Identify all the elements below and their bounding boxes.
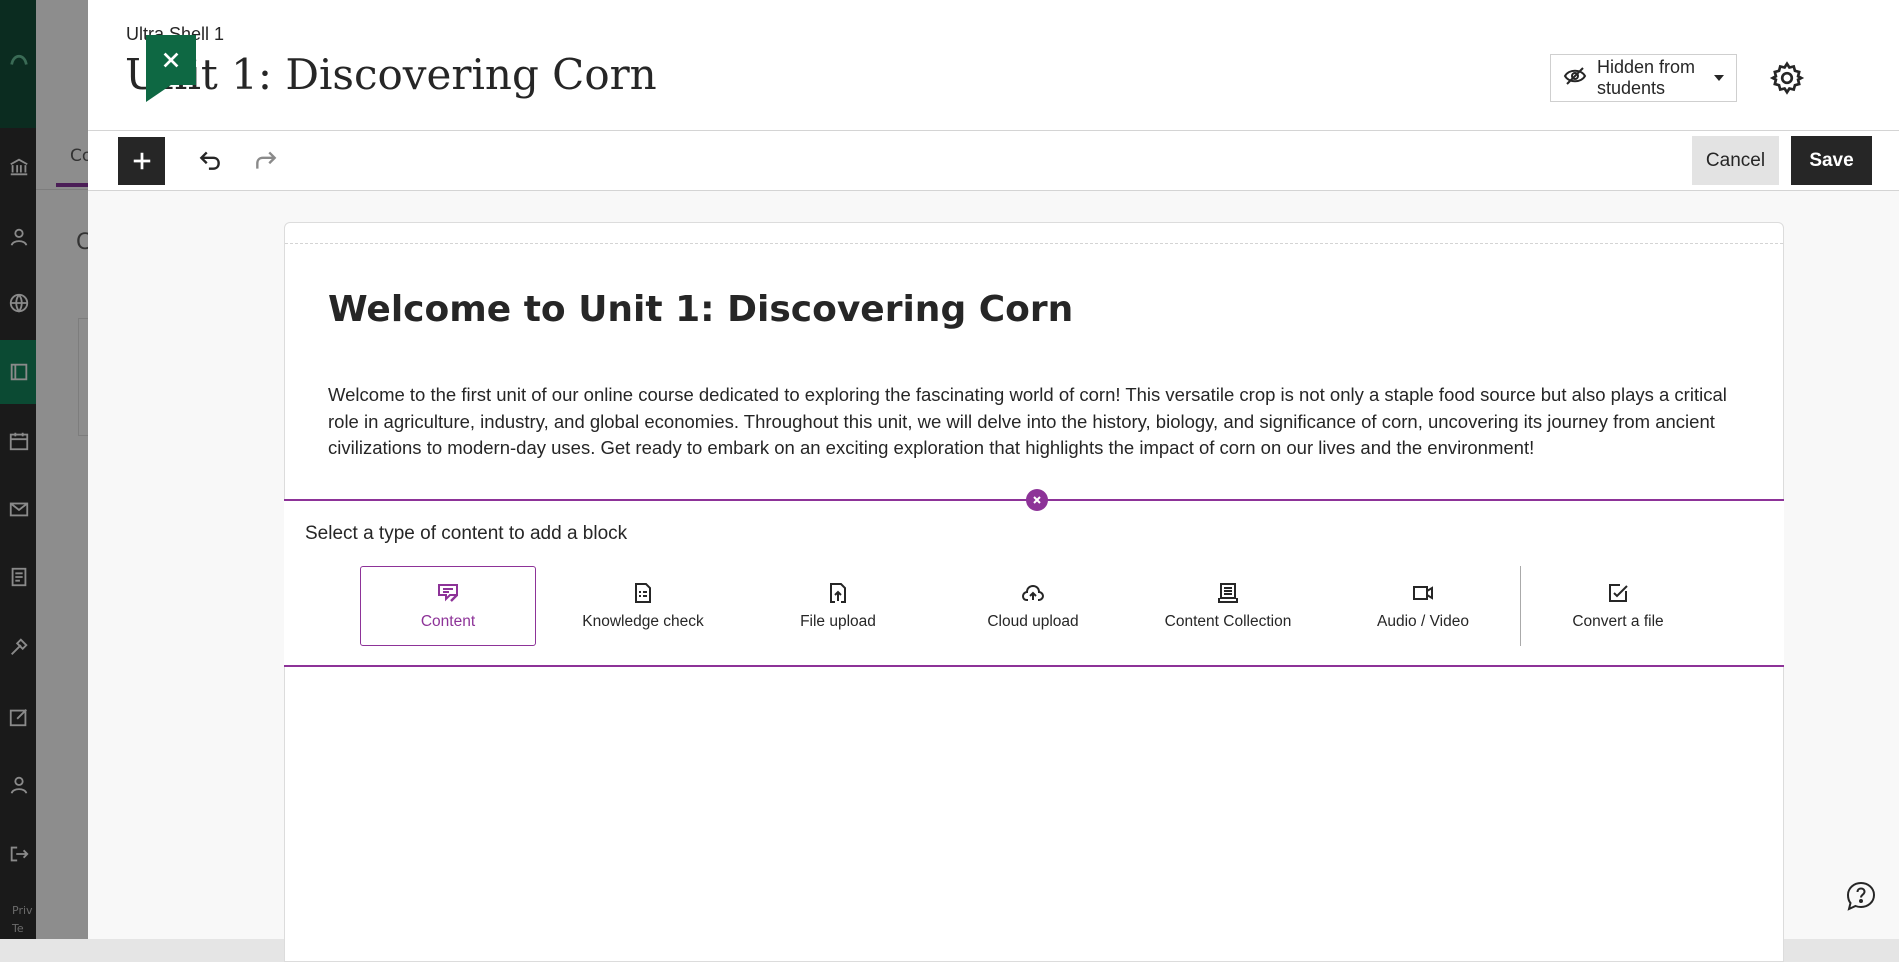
footer-fragment-privacy: Priv bbox=[12, 904, 33, 917]
close-picker-button[interactable] bbox=[1026, 489, 1048, 511]
edit-icon bbox=[8, 706, 30, 728]
footer-fragment-terms: Te bbox=[12, 922, 24, 935]
knowledge-check-icon bbox=[635, 583, 651, 603]
hidden-eye-icon bbox=[1563, 64, 1587, 93]
block-option-content[interactable]: Content bbox=[360, 566, 536, 646]
editor-toolbar: Cancel Save bbox=[88, 131, 1899, 191]
content-collection-icon bbox=[1218, 583, 1238, 603]
background-tab-underline bbox=[56, 183, 88, 187]
visibility-dropdown[interactable]: Hidden from students bbox=[1550, 54, 1737, 102]
block-picker-separator bbox=[1520, 566, 1521, 646]
drop-zone-divider bbox=[285, 243, 1783, 244]
block-option-label: Content Collection bbox=[1164, 613, 1292, 630]
content-edit-icon bbox=[438, 584, 458, 602]
background-course-page: Co C bbox=[36, 0, 92, 939]
courses-icon bbox=[8, 361, 30, 383]
close-icon bbox=[1033, 496, 1041, 504]
calendar-icon bbox=[8, 430, 30, 452]
page-title: Unit 1: Discovering Corn bbox=[125, 50, 657, 99]
tools-icon bbox=[8, 636, 30, 658]
globe-icon bbox=[8, 292, 30, 314]
plus-icon bbox=[133, 152, 150, 170]
cloud-upload-icon bbox=[1021, 584, 1045, 601]
signout-icon bbox=[8, 843, 30, 865]
block-option-label: File upload bbox=[800, 613, 876, 630]
document-editor-panel: Ultra Shell 1 Unit 1: Discovering Corn H… bbox=[88, 0, 1899, 962]
block-option-convert-file[interactable]: Convert a file bbox=[1530, 566, 1706, 646]
block-type-picker: Select a type of content to add a block … bbox=[284, 489, 1784, 667]
document-intro-text[interactable]: Welcome to the first unit of our online … bbox=[328, 382, 1738, 462]
save-button[interactable]: Save bbox=[1791, 136, 1872, 185]
panel-header: Ultra Shell 1 Unit 1: Discovering Corn H… bbox=[88, 0, 1899, 131]
close-icon bbox=[163, 52, 179, 68]
file-upload-icon bbox=[830, 583, 846, 603]
chevron-down-icon bbox=[1714, 75, 1724, 81]
block-option-knowledge-check[interactable]: Knowledge check bbox=[555, 566, 731, 646]
redo-icon[interactable] bbox=[253, 147, 279, 173]
logo-icon bbox=[8, 48, 30, 70]
grades-icon bbox=[8, 566, 30, 588]
convert-file-icon bbox=[1609, 584, 1628, 602]
background-nav-rail: Priv Te bbox=[0, 0, 36, 939]
block-option-label: Knowledge check bbox=[582, 613, 704, 630]
institution-icon bbox=[8, 156, 30, 178]
gear-icon[interactable] bbox=[1769, 60, 1805, 96]
users-icon bbox=[8, 774, 30, 796]
cancel-button[interactable]: Cancel bbox=[1692, 136, 1779, 185]
help-icon[interactable] bbox=[1845, 880, 1877, 912]
block-option-label: Audio / Video bbox=[1377, 613, 1469, 630]
block-option-file-upload[interactable]: File upload bbox=[750, 566, 926, 646]
background-card bbox=[78, 318, 88, 436]
profile-icon bbox=[8, 226, 30, 248]
document-heading[interactable]: Welcome to Unit 1: Discovering Corn bbox=[328, 289, 1073, 330]
video-camera-icon bbox=[1413, 586, 1433, 600]
messages-icon bbox=[8, 498, 30, 520]
block-option-cloud-upload[interactable]: Cloud upload bbox=[945, 566, 1121, 646]
undo-icon[interactable] bbox=[197, 147, 223, 173]
block-option-label: Convert a file bbox=[1572, 613, 1664, 630]
block-option-content-collection[interactable]: Content Collection bbox=[1140, 566, 1316, 646]
background-divider bbox=[36, 189, 88, 190]
block-option-label: Cloud upload bbox=[987, 613, 1079, 630]
visibility-label: Hidden from students bbox=[1597, 57, 1696, 98]
block-picker-prompt: Select a type of content to add a block bbox=[305, 523, 628, 544]
block-option-audio-video[interactable]: Audio / Video bbox=[1335, 566, 1511, 646]
close-panel-button[interactable] bbox=[146, 35, 196, 102]
document-canvas: Welcome to Unit 1: Discovering Corn Welc… bbox=[284, 222, 1784, 962]
add-block-button[interactable] bbox=[118, 137, 165, 185]
block-option-label: Content bbox=[420, 613, 476, 630]
